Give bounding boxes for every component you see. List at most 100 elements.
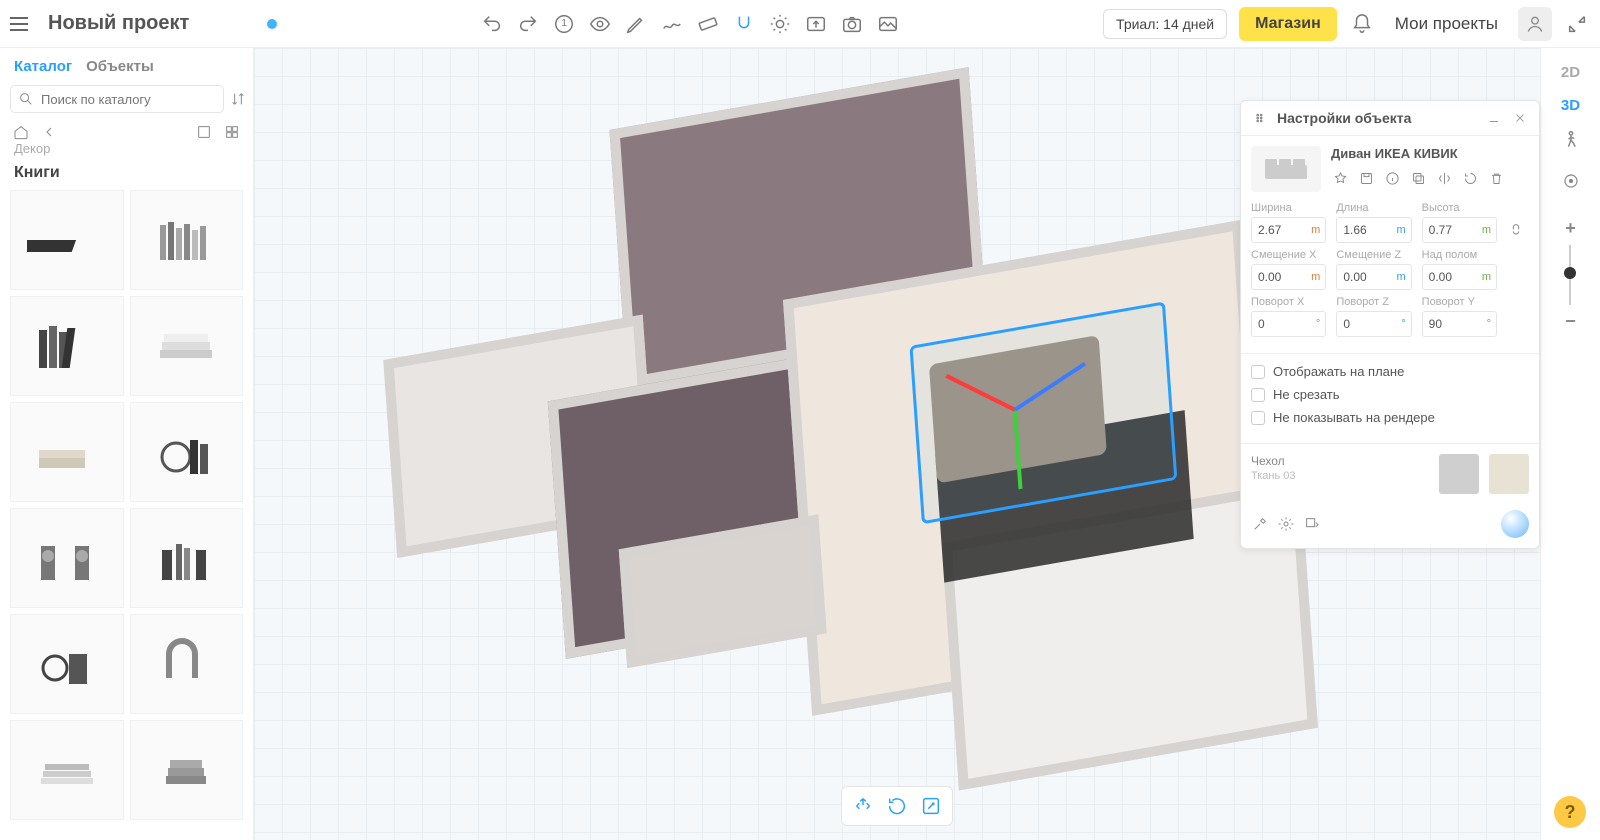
target-icon[interactable]	[1558, 168, 1584, 200]
preview-sphere-icon	[1501, 510, 1529, 538]
project-title[interactable]: Новый проект	[48, 12, 189, 35]
export-image-icon[interactable]	[803, 11, 829, 37]
check-no-render[interactable]: Не показывать на рендере	[1251, 410, 1529, 425]
prop-label: Смещение X	[1251, 249, 1326, 261]
bell-icon[interactable]	[1349, 11, 1375, 37]
checkbox-icon	[1251, 411, 1265, 425]
zoom-handle[interactable]	[1564, 267, 1576, 279]
walk-icon[interactable]	[1557, 126, 1585, 160]
zoom-track[interactable]	[1569, 245, 1571, 305]
offset-z-field[interactable]: m	[1336, 264, 1411, 290]
favorite-icon[interactable]	[1331, 169, 1349, 187]
prop-label: Поворот Z	[1336, 296, 1411, 308]
viewport-tools	[841, 786, 953, 826]
catalog-item[interactable]	[130, 296, 244, 396]
width-field[interactable]: m	[1251, 217, 1326, 243]
object-panel: Настройки объекта Диван ИКЕА КИВИК	[1240, 100, 1540, 549]
help-button[interactable]: ?	[1554, 796, 1586, 828]
eyedropper-icon[interactable]	[1251, 515, 1269, 533]
catalog-item[interactable]	[10, 296, 124, 396]
prop-label: Поворот X	[1251, 296, 1326, 308]
copy-icon[interactable]	[1409, 169, 1427, 187]
checkbox-icon	[1251, 388, 1265, 402]
sort-icon[interactable]	[230, 90, 246, 108]
my-projects-link[interactable]: Мои проекты	[1387, 14, 1506, 34]
check-no-cut[interactable]: Не срезать	[1251, 387, 1529, 402]
height-field[interactable]: m	[1422, 217, 1497, 243]
delete-icon[interactable]	[1487, 169, 1505, 187]
history-icon[interactable]: 1	[551, 11, 577, 37]
pencil-icon[interactable]	[623, 11, 649, 37]
rotx-field[interactable]: °	[1251, 311, 1326, 337]
catalog-item[interactable]	[10, 402, 124, 502]
breadcrumb: Декор	[0, 141, 253, 160]
zoom-out-icon[interactable]: −	[1565, 311, 1576, 332]
search-input[interactable]	[10, 85, 224, 113]
toolbar-right: Триал: 14 дней Магазин Мои проекты	[1103, 7, 1590, 41]
menu-icon[interactable]	[10, 12, 34, 36]
catalog-grid	[0, 190, 253, 830]
catalog-item[interactable]	[130, 508, 244, 608]
snap-icon[interactable]	[731, 11, 757, 37]
search-icon	[17, 90, 35, 108]
catalog-item[interactable]	[10, 508, 124, 608]
orbit-icon[interactable]	[850, 793, 876, 819]
top-bar: Новый проект 1 Триал: 14 дней Магазин Мо…	[0, 0, 1600, 48]
view-large-icon[interactable]	[195, 123, 213, 141]
sidebar: Каталог Объекты Декор Книги	[0, 48, 254, 840]
catalog-item[interactable]	[130, 720, 244, 820]
offset-x-field[interactable]: m	[1251, 264, 1326, 290]
shop-button[interactable]: Магазин	[1239, 7, 1337, 41]
material-menu-icon[interactable]	[1303, 515, 1321, 533]
catalog-item[interactable]	[130, 614, 244, 714]
elevation-field[interactable]: m	[1422, 264, 1497, 290]
redo-icon[interactable]	[515, 11, 541, 37]
freehand-icon[interactable]	[659, 11, 685, 37]
collapse-icon[interactable]	[1564, 11, 1590, 37]
sun-icon[interactable]	[767, 11, 793, 37]
catalog-item[interactable]	[10, 720, 124, 820]
zoom-in-icon[interactable]: +	[1565, 218, 1576, 239]
ruler-icon[interactable]	[695, 11, 721, 37]
info-icon[interactable]	[1383, 169, 1401, 187]
lock-aspect-icon[interactable]	[1507, 221, 1525, 239]
swatch-beige[interactable]	[1489, 454, 1529, 494]
object-name: Диван ИКЕА КИВИК	[1331, 146, 1529, 161]
gallery-icon[interactable]	[875, 11, 901, 37]
fullscreen-icon[interactable]	[918, 793, 944, 819]
zoom-slider[interactable]: + −	[1565, 218, 1576, 332]
prop-label: Высота	[1422, 202, 1497, 214]
rotz-field[interactable]: °	[1336, 311, 1411, 337]
swatch-grey[interactable]	[1439, 454, 1479, 494]
view-2d[interactable]: 2D	[1557, 60, 1584, 85]
save-icon[interactable]	[1357, 169, 1375, 187]
rotate-icon[interactable]	[884, 793, 910, 819]
roty-field[interactable]: °	[1422, 311, 1497, 337]
tab-objects[interactable]: Объекты	[86, 58, 154, 75]
visibility-icon[interactable]	[587, 11, 613, 37]
minimize-icon[interactable]	[1485, 109, 1503, 127]
view-grid-icon[interactable]	[223, 123, 241, 141]
undo-icon[interactable]	[479, 11, 505, 37]
prop-label: Длина	[1336, 202, 1411, 214]
mirror-icon[interactable]	[1435, 169, 1453, 187]
depth-field[interactable]: m	[1336, 217, 1411, 243]
catalog-item[interactable]	[10, 614, 124, 714]
camera-icon[interactable]	[839, 11, 865, 37]
reset-icon[interactable]	[1461, 169, 1479, 187]
catalog-item[interactable]	[10, 190, 124, 290]
object-thumbnail	[1251, 146, 1321, 192]
check-show-on-plan[interactable]: Отображать на плане	[1251, 364, 1529, 379]
trial-button[interactable]: Триал: 14 дней	[1103, 9, 1227, 39]
back-icon[interactable]	[40, 123, 58, 141]
view-3d[interactable]: 3D	[1557, 93, 1584, 118]
drag-handle-icon[interactable]	[1251, 109, 1269, 127]
tab-catalog[interactable]: Каталог	[14, 58, 72, 75]
close-icon[interactable]	[1511, 109, 1529, 127]
home-icon[interactable]	[12, 123, 30, 141]
catalog-item[interactable]	[130, 190, 244, 290]
gear-icon[interactable]	[1277, 515, 1295, 533]
user-icon[interactable]	[1518, 7, 1552, 41]
unsaved-dot-icon	[267, 19, 277, 29]
catalog-item[interactable]	[130, 402, 244, 502]
